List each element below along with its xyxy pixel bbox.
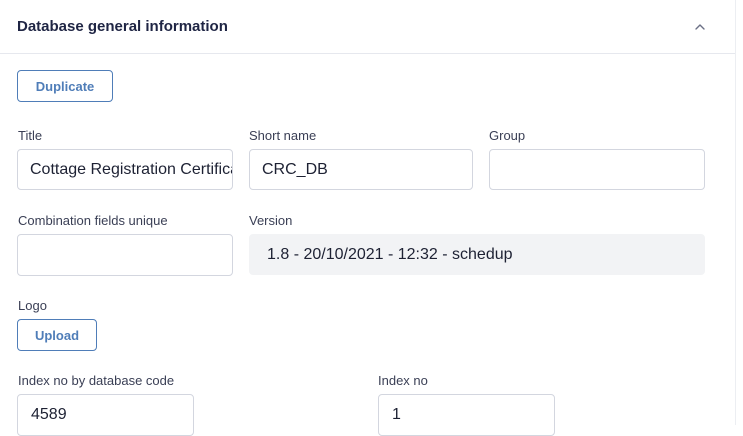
index-no-by-database-code-label: Index no by database code <box>18 373 175 388</box>
group-field[interactable] <box>489 149 705 190</box>
group-label: Group <box>489 128 526 143</box>
short-name-label: Short name <box>249 128 317 143</box>
panel-border <box>735 0 736 425</box>
duplicate-button[interactable]: Duplicate <box>17 70 113 102</box>
chevron-up-icon[interactable] <box>692 20 708 34</box>
version-label: Version <box>249 213 293 228</box>
index-no-by-database-code-field[interactable]: 4589 <box>17 394 194 436</box>
short-name-field[interactable]: CRC_DB <box>249 149 473 190</box>
logo-label: Logo <box>18 298 47 313</box>
panel-header[interactable]: Database general information <box>0 0 735 54</box>
title-label: Title <box>18 128 43 143</box>
panel-title: Database general information <box>17 18 228 35</box>
title-field[interactable]: Cottage Registration Certificate <box>17 149 233 190</box>
index-no-field[interactable]: 1 <box>378 394 555 436</box>
version-field: 1.8 - 20/10/2021 - 12:32 - schedup <box>249 234 705 275</box>
combination-fields-unique-label: Combination fields unique <box>18 213 168 228</box>
index-no-label: Index no <box>378 373 428 388</box>
combination-fields-unique-field[interactable] <box>17 234 233 276</box>
upload-logo-button[interactable]: Upload <box>17 319 97 351</box>
